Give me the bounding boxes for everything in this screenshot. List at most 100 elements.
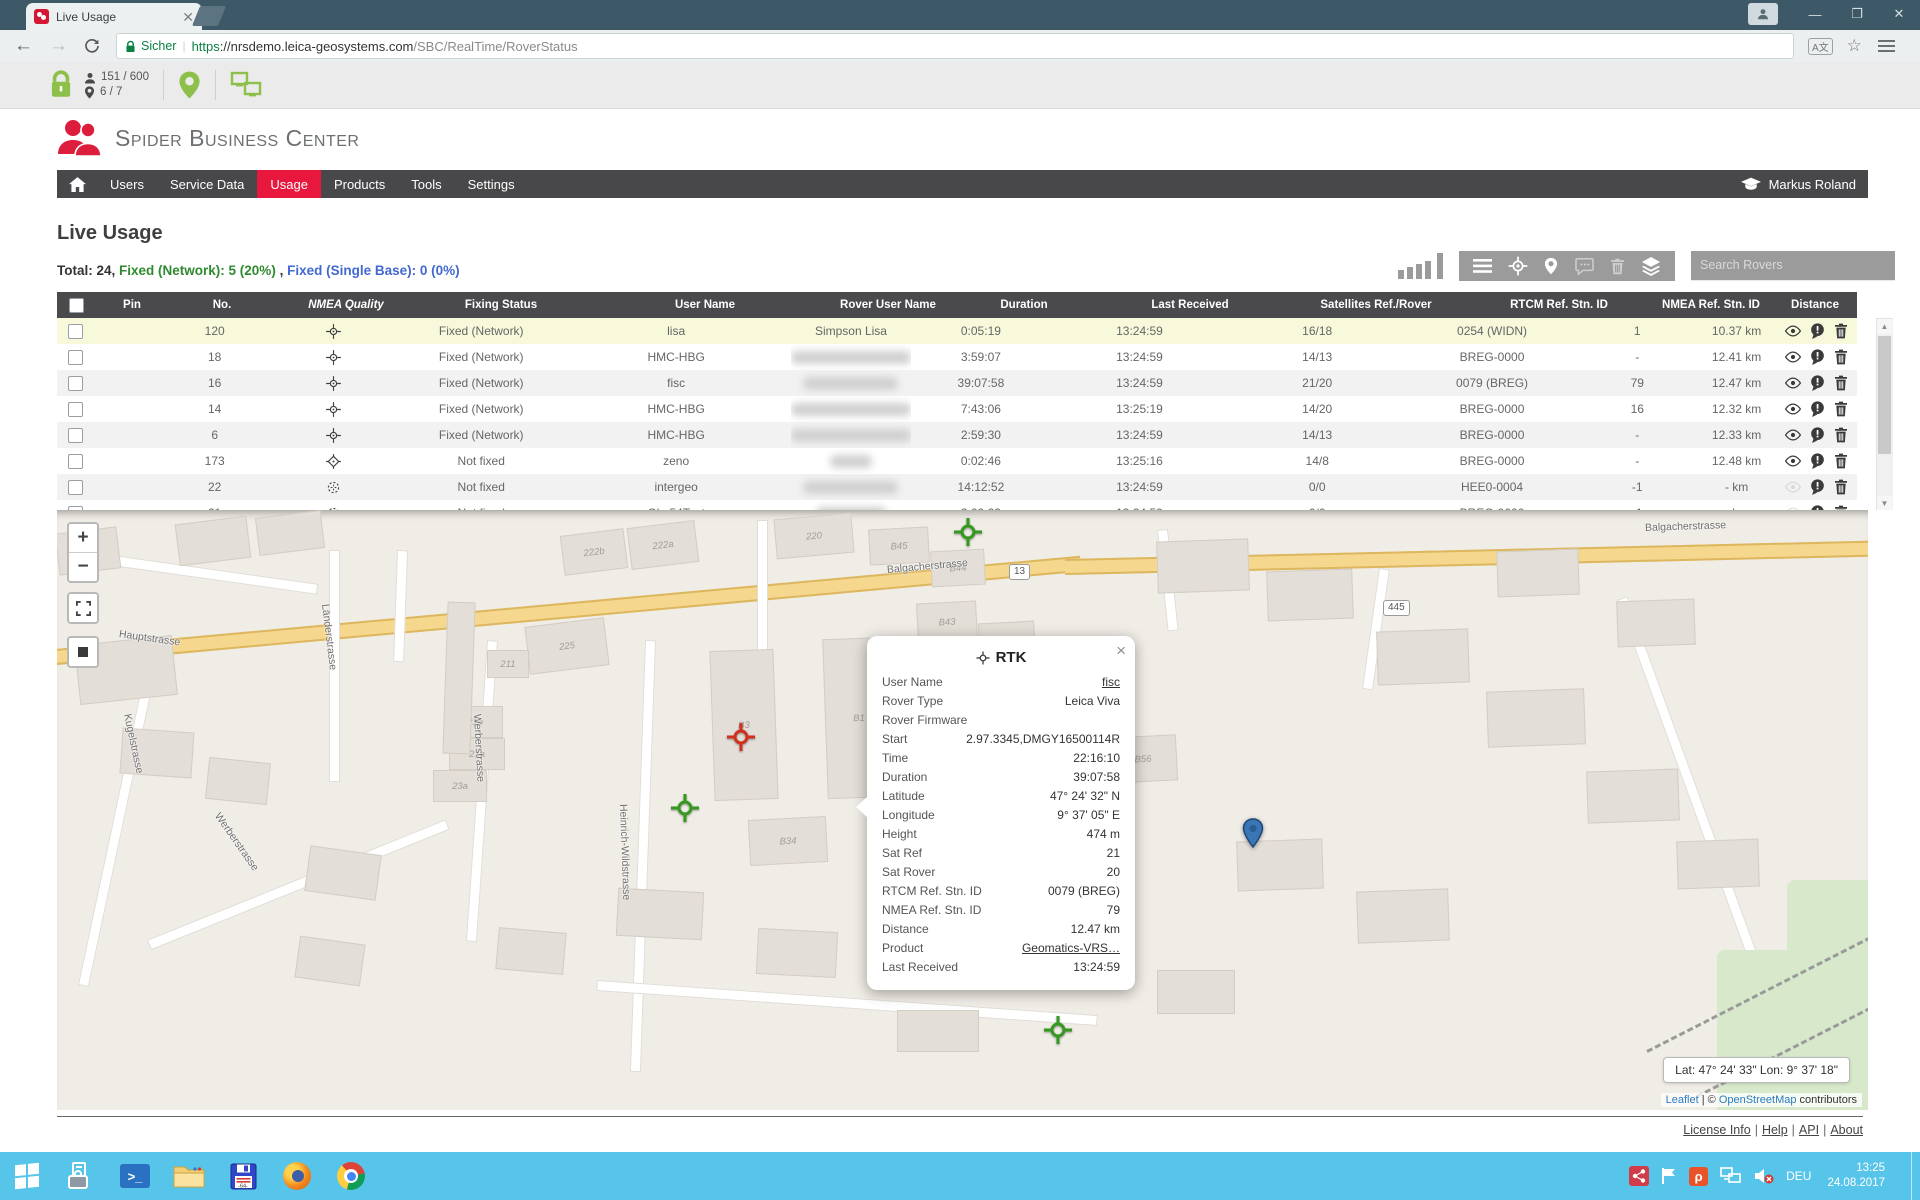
server-manager-icon[interactable] <box>58 1156 104 1196</box>
popup-close-icon[interactable]: × <box>1116 641 1126 661</box>
taskbar-clock[interactable]: 13:2524.08.2017 <box>1827 1161 1885 1191</box>
target-icon[interactable] <box>1508 256 1528 276</box>
scrollbar-thumb[interactable] <box>1878 336 1891 454</box>
row-checkbox[interactable] <box>68 376 83 391</box>
message-icon[interactable] <box>1810 349 1825 365</box>
zoom-out-button[interactable]: − <box>69 552 97 581</box>
search-rovers-input[interactable] <box>1691 251 1895 281</box>
row-checkbox[interactable] <box>68 480 83 495</box>
pin-icon[interactable] <box>1544 257 1558 275</box>
nav-item-service-data[interactable]: Service Data <box>157 170 257 198</box>
view-on-map-icon[interactable] <box>1785 429 1801 441</box>
fullscreen-icon[interactable] <box>69 594 97 622</box>
start-button[interactable] <box>4 1156 50 1196</box>
file-explorer-icon[interactable] <box>166 1156 212 1196</box>
zoom-in-button[interactable]: + <box>69 524 97 552</box>
disk-editor-icon[interactable]: -64- <box>220 1156 266 1196</box>
network-tray-icon[interactable] <box>1720 1167 1742 1185</box>
table-row[interactable]: 173Not fixedzeno0:02:4613:25:1614/8BREG-… <box>57 448 1857 475</box>
scroll-down-icon[interactable]: ▼ <box>1877 496 1892 510</box>
rover-crosshair-marker[interactable] <box>953 517 983 550</box>
reference-station-pin[interactable] <box>1242 818 1264 851</box>
profile-button[interactable] <box>1748 3 1778 25</box>
footer-link-about[interactable]: About <box>1830 1123 1863 1137</box>
positioning-indicator[interactable] <box>178 70 201 100</box>
delete-icon[interactable] <box>1834 375 1848 391</box>
footer-link-api[interactable]: API <box>1799 1123 1819 1137</box>
message-icon[interactable] <box>1810 375 1825 391</box>
view-on-map-icon[interactable] <box>1785 403 1801 415</box>
delete-icon[interactable] <box>1834 427 1848 443</box>
table-row[interactable]: 18Fixed (Network)HMC-HBG3:59:0713:24:591… <box>57 344 1857 371</box>
url-field[interactable]: Sicher | https://nrsdemo.leica-geosystem… <box>116 33 1794 59</box>
delete-icon[interactable] <box>1834 323 1848 339</box>
layers-icon[interactable] <box>1641 257 1661 276</box>
minimize-button[interactable]: — <box>1794 0 1836 28</box>
table-row[interactable]: 16Fixed (Network)fisc39:07:5813:24:5921/… <box>57 370 1857 397</box>
keyboard-language[interactable]: DEU <box>1786 1169 1811 1183</box>
delete-icon[interactable] <box>1834 401 1848 417</box>
row-checkbox[interactable] <box>68 428 83 443</box>
browser-tab[interactable]: Live Usage ✕ <box>26 3 202 30</box>
rover-crosshair-marker[interactable] <box>1043 1015 1073 1048</box>
row-checkbox[interactable] <box>68 324 83 339</box>
row-checkbox[interactable] <box>68 350 83 365</box>
home-icon[interactable] <box>57 177 97 192</box>
nav-user[interactable]: Markus Roland <box>1741 177 1868 192</box>
nav-item-settings[interactable]: Settings <box>455 170 528 198</box>
row-checkbox[interactable] <box>68 454 83 469</box>
message-icon[interactable] <box>1810 401 1825 417</box>
show-desktop-button[interactable] <box>1911 1152 1920 1200</box>
footer-link-help[interactable]: Help <box>1762 1123 1788 1137</box>
message-icon[interactable] <box>1810 479 1825 495</box>
table-row[interactable]: 22Not fixedintergeo14:12:5213:24:590/0HE… <box>57 474 1857 501</box>
view-on-map-icon[interactable] <box>1785 481 1801 493</box>
message-icon[interactable] <box>1810 427 1825 443</box>
popup-link[interactable]: fisc <box>1102 673 1120 692</box>
close-button[interactable]: ✕ <box>1878 0 1920 28</box>
volume-muted-icon[interactable] <box>1754 1167 1774 1185</box>
bookmark-star-icon[interactable]: ☆ <box>1847 36 1862 56</box>
network-indicator[interactable] <box>230 71 264 99</box>
nav-item-users[interactable]: Users <box>97 170 157 198</box>
nav-item-usage[interactable]: Usage <box>257 170 321 198</box>
header-checkbox[interactable] <box>69 298 84 313</box>
view-on-map-icon[interactable] <box>1785 455 1801 467</box>
popup-link[interactable]: Geomatics-VRS… <box>1022 939 1120 958</box>
message-icon[interactable] <box>1810 323 1825 339</box>
rover-crosshair-marker[interactable] <box>726 722 756 755</box>
forward-icon[interactable]: → <box>49 35 68 57</box>
leaflet-link[interactable]: Leaflet <box>1666 1094 1699 1106</box>
view-on-map-icon[interactable] <box>1785 377 1801 389</box>
nav-item-tools[interactable]: Tools <box>398 170 454 198</box>
browser-menu-icon[interactable] <box>1878 40 1895 52</box>
maximize-button[interactable]: ❐ <box>1836 0 1878 28</box>
table-scrollbar[interactable]: ▲ ▼ <box>1876 318 1893 510</box>
secure-indicator[interactable]: Sicher <box>125 39 176 53</box>
map[interactable]: 222b222a220225B3B1B45B44B43B48B52B40B56B… <box>57 510 1868 1110</box>
message-icon[interactable] <box>1810 453 1825 469</box>
table-row[interactable]: 14Fixed (Network)HMC-HBG7:43:0613:25:191… <box>57 396 1857 423</box>
powershell-icon[interactable]: >_ <box>112 1156 158 1196</box>
flag-icon[interactable] <box>1661 1167 1677 1185</box>
stop-icon[interactable] <box>69 638 97 666</box>
tab-close-icon[interactable]: ✕ <box>182 10 194 24</box>
osm-link[interactable]: OpenStreetMap <box>1719 1094 1797 1106</box>
chrome-icon[interactable] <box>328 1156 374 1196</box>
table-row[interactable]: 21Not fixedObs54Test2:00:2313:24:590/0BR… <box>57 500 1857 510</box>
table-row[interactable]: 6Fixed (Network)HMC-HBG2:59:3013:24:5914… <box>57 422 1857 449</box>
delete-icon[interactable] <box>1834 349 1848 365</box>
share-app-icon[interactable] <box>1629 1166 1649 1186</box>
table-row[interactable]: 120Fixed (Network)lisaSimpson Lisa0:05:1… <box>57 318 1857 345</box>
back-icon[interactable]: ← <box>14 35 33 57</box>
view-on-map-icon[interactable] <box>1785 325 1801 337</box>
reload-icon[interactable] <box>84 38 100 54</box>
rover-crosshair-marker[interactable] <box>670 793 700 826</box>
scroll-up-icon[interactable]: ▲ <box>1877 319 1892 334</box>
p-app-icon[interactable]: ρ <box>1689 1167 1708 1186</box>
firefox-icon[interactable] <box>274 1156 320 1196</box>
trash-icon[interactable] <box>1610 258 1625 275</box>
row-checkbox[interactable] <box>68 402 83 417</box>
delete-icon[interactable] <box>1834 479 1848 495</box>
footer-link-license-info[interactable]: License Info <box>1683 1123 1750 1137</box>
